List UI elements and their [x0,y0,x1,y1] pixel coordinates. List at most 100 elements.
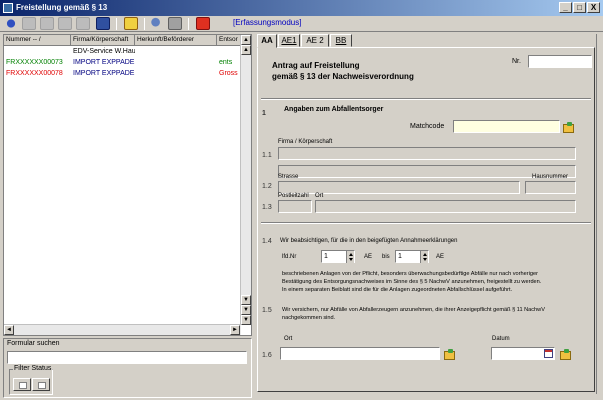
section-1-number: 1 [262,110,266,117]
folder-icon[interactable] [124,17,138,30]
firma-field[interactable] [278,147,576,160]
nr-input[interactable] [528,55,592,68]
section-1-5-line-2: nachgekommen sind. [282,315,336,321]
cell-nummer: FRXXXXXX00078 [6,70,63,77]
table-row[interactable]: FRXXXXXX00078 IMPORT EXPPADERE Gross [4,69,240,79]
column-header-firma[interactable]: Firma/Körperschaft [71,35,135,46]
section-1-5-number: 1.5 [262,307,272,314]
paragraph-line-1: beschriebenen Anlagen von der Pflicht, b… [282,271,538,277]
divider [261,98,591,100]
ort-signature-input[interactable] [280,347,440,360]
filter-button-2[interactable] [32,378,50,391]
tab-bb[interactable]: BB [330,34,352,47]
lfdnr-value: 1 [324,253,328,260]
scroll-up-icon[interactable]: ▲ [241,45,251,55]
divider [261,222,591,224]
ort-folder-icon[interactable] [443,349,455,360]
scroll-left-icon[interactable]: ◄ [4,325,14,335]
freistellung-paragraph: beschriebenen Anlagen von der Pflicht, b… [282,270,541,294]
datum-input[interactable] [491,347,555,360]
lfdnr-label: lfd.Nr [282,254,297,260]
bis-spin-icon[interactable] [420,251,428,263]
cancel-icon[interactable] [196,17,210,30]
strasse-label: Strasse [278,174,299,180]
maximize-button[interactable]: □ [573,2,586,13]
search-panel: Formular suchen Filter Status [3,338,252,398]
plz-field[interactable] [278,200,312,213]
bis-label: bis [382,254,390,260]
filter-status-group: Filter Status [9,365,53,395]
lfdnr-input[interactable]: 1 [321,250,355,263]
calendar-icon[interactable] [544,349,553,358]
section-1-5-text: Wir versichern, nur Abfälle von Abfaller… [282,306,545,322]
bis-value: 1 [398,253,402,260]
tab-ae1[interactable]: AE1 [278,34,300,47]
ae-label: AE [364,254,373,260]
section-1-title: Angaben zum Abfallentsorger [284,106,384,113]
print-icon[interactable] [168,17,182,30]
column-header-entsorger[interactable]: Entsor [217,35,241,46]
minimize-button[interactable]: _ [559,2,572,13]
scroll-top-icon[interactable]: ▲ [241,35,251,45]
paragraph-line-2: Bestätigung des Entsorgungsnachweises im… [282,279,542,285]
bis-input[interactable]: 1 [395,250,429,263]
matchcode-folder-icon[interactable] [562,122,574,133]
search-label: Formular suchen [7,340,60,347]
ort-label: Ort [315,193,324,199]
close-button[interactable]: X [587,2,600,13]
scroll-right-icon[interactable]: ► [230,325,240,335]
search-input[interactable] [7,351,247,364]
copy-icon[interactable] [58,17,72,30]
cell-firma: EDV-Service W.Haupt [73,48,135,55]
matchcode-label: Matchcode [410,123,445,130]
edit-icon[interactable] [40,17,54,30]
window-title: Freistellung gemäß § 13 [16,3,108,12]
search-icon[interactable] [150,17,164,30]
mode-indicator: [Erfassungsmodus] [233,18,302,27]
delete-icon[interactable] [76,17,90,30]
section-1-2-number: 1.2 [262,183,272,190]
toolbar-separator [144,18,145,30]
form-title: Antrag auf Freistellung gemäß § 13 der N… [272,60,414,82]
firma-label: Firma / Körperschaft [278,139,333,145]
title-bar: Freistellung gemäß § 13 _ □ X [0,0,603,16]
section-1-4-number: 1.4 [262,238,272,245]
cell-entsorger: ents [219,59,233,66]
scroll-end-icon[interactable]: ▼ [241,315,251,325]
filter-status-label: Filter Status [13,365,53,372]
ae2-label: AE [436,254,445,260]
hausnummer-field[interactable] [525,181,576,194]
filter-button-1[interactable] [13,378,31,391]
new-icon[interactable] [22,17,36,30]
form-title-line2: gemäß § 13 der Nachweisverordnung [272,72,414,81]
section-1-3-number: 1.3 [262,204,272,211]
scroll-down-icon[interactable]: ▼ [241,295,251,305]
table-row[interactable]: EDV-Service W.Haupt [4,47,240,57]
tab-ae2[interactable]: AE 2 [301,34,329,47]
plz-label: Postleitzahl [278,193,309,199]
refresh-icon[interactable] [4,17,18,30]
matchcode-input[interactable] [453,120,560,133]
cell-entsorger [217,47,241,57]
ort-field[interactable] [315,200,576,213]
toolbar-separator [116,18,117,30]
nr-label: Nr. [512,58,521,65]
datum-folder-icon[interactable] [559,349,571,360]
section-1-6-number: 1.6 [262,352,272,359]
tab-aa[interactable]: AA [257,34,277,48]
cell-nummer [4,47,71,57]
vertical-scrollbar[interactable]: ▲ ▲ ▼ ▼ ▼ [240,35,251,325]
cell-firma: IMPORT EXPPADERE [73,59,135,66]
scroll-bottom-icon[interactable]: ▼ [241,305,251,315]
column-header-nummer[interactable]: Nummer -- / [4,35,71,46]
ort-signature-label: Ort [284,336,293,342]
save-icon[interactable] [96,17,110,30]
section-1-4-text: Wir beabsichtigen, für die in den beigef… [280,238,458,244]
record-list[interactable]: Nummer -- / Firma/Körperschaft Herkunft/… [3,34,252,336]
form-title-line1: Antrag auf Freistellung [272,61,360,70]
app-icon [3,3,13,13]
column-header-herkunft[interactable]: Herkunft/Beförderer [135,35,217,46]
table-row[interactable]: FRXXXXXX00073 IMPORT EXPPADERE ents [4,58,240,68]
lfdnr-spin-icon[interactable] [346,251,354,263]
horizontal-scrollbar[interactable]: ◄ ► [4,324,241,335]
